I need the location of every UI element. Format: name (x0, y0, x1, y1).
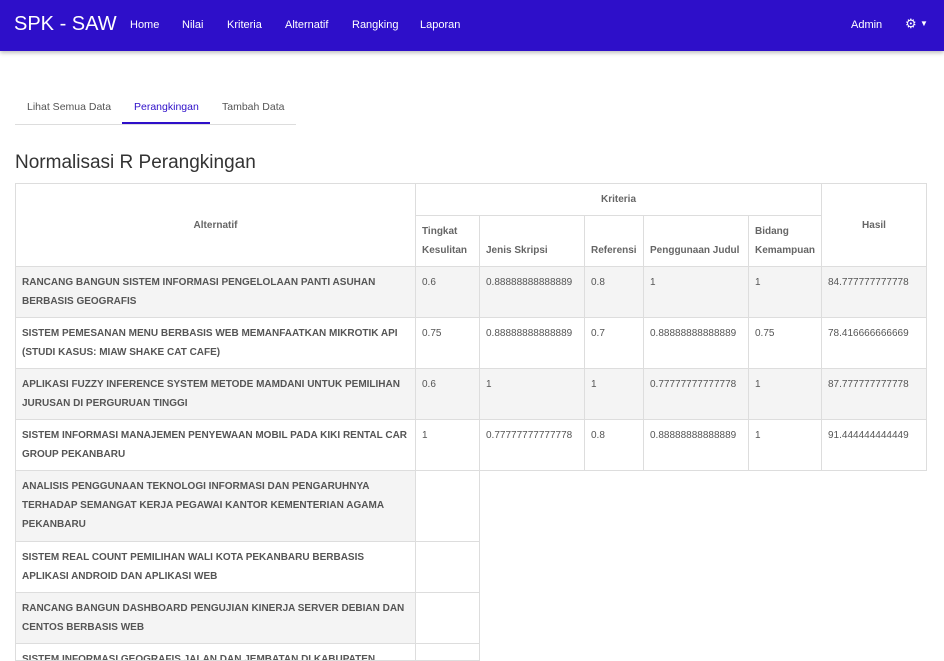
table-row-8-alternatif: SISTEM INFORMASI GEOGRAFIS JALAN DAN JEM… (15, 643, 416, 661)
header-alternatif: Alternatif (15, 183, 416, 267)
table-cell-hasil: 84.777777777778 (821, 266, 927, 318)
header-criteria-3: Referensi (584, 215, 644, 267)
nav-alternatif[interactable]: Alternatif (285, 19, 328, 31)
chevron-down-icon[interactable]: ▼ (920, 19, 928, 28)
nav-laporan[interactable]: Laporan (420, 19, 460, 31)
nav-rangking[interactable]: Rangking (352, 19, 398, 31)
table-row-3-alternatif: APLIKASI FUZZY INFERENCE SYSTEM METODE M… (15, 368, 416, 420)
tab-tambah-data[interactable]: Tambah Data (222, 101, 284, 113)
table-cell: 0.88888888888889 (479, 317, 585, 369)
nav-kriteria[interactable]: Kriteria (227, 19, 262, 31)
table-cell: 1 (748, 419, 822, 471)
tab-lihat-semua-data[interactable]: Lihat Semua Data (27, 101, 111, 113)
page-title: Normalisasi R Perangkingan (15, 152, 256, 173)
table-cell-hasil: 91.444444444449 (821, 419, 927, 471)
nav-nilai[interactable]: Nilai (182, 19, 203, 31)
table-cell: 0.8 (584, 266, 644, 318)
table-row-7-alternatif: RANCANG BANGUN DASHBOARD PENGUJIAN KINER… (15, 592, 416, 644)
table-cell (415, 643, 480, 661)
table-row-4-alternatif: SISTEM INFORMASI MANAJEMEN PENYEWAAN MOB… (15, 419, 416, 471)
table-cell: 0.88888888888889 (479, 266, 585, 318)
table-cell: 0.75 (748, 317, 822, 369)
table-cell (415, 541, 480, 593)
header-criteria-1: Tingkat Kesulitan (415, 215, 480, 267)
table-row-1-alternatif: RANCANG BANGUN SISTEM INFORMASI PENGELOL… (15, 266, 416, 318)
table-cell: 1 (479, 368, 585, 420)
table-row-5-alternatif: ANALISIS PENGGUNAAN TEKNOLOGI INFORMASI … (15, 470, 416, 542)
gear-icon[interactable]: ⚙ (905, 16, 917, 32)
header-criteria-2: Jenis Skripsi (479, 215, 585, 267)
table-cell: 0.6 (415, 266, 480, 318)
table-cell (415, 470, 480, 542)
active-tab-indicator (122, 122, 210, 124)
brand-logo[interactable]: SPK - SAW (14, 13, 117, 36)
table-row-6-alternatif: SISTEM REAL COUNT PEMILIHAN WALI KOTA PE… (15, 541, 416, 593)
nav-home[interactable]: Home (130, 19, 159, 31)
table-cell-hasil: 78.416666666669 (821, 317, 927, 369)
table-cell: 1 (748, 368, 822, 420)
tab-perangkingan[interactable]: Perangkingan (134, 101, 199, 113)
user-admin-link[interactable]: Admin (851, 19, 882, 31)
header-kriteria: Kriteria (415, 183, 822, 216)
table-cell: 0.88888888888889 (643, 419, 749, 471)
table-cell: 1 (584, 368, 644, 420)
table-cell: 0.8 (584, 419, 644, 471)
table-cell: 0.6 (415, 368, 480, 420)
table-cell: 0.88888888888889 (643, 317, 749, 369)
tab-bar: Lihat Semua Data Perangkingan Tambah Dat… (15, 92, 296, 125)
table-cell: 1 (643, 266, 749, 318)
header-criteria-5: Bidang Kemampuan (748, 215, 822, 267)
table-cell: 1 (748, 266, 822, 318)
header-criteria-4: Penggunaan Judul (643, 215, 749, 267)
table-cell (415, 592, 480, 644)
header-hasil: Hasil (821, 183, 927, 267)
table-cell: 0.7 (584, 317, 644, 369)
navbar: SPK - SAW Home Nilai Kriteria Alternatif… (0, 0, 944, 51)
table-cell-hasil: 87.777777777778 (821, 368, 927, 420)
table-row-2-alternatif: SISTEM PEMESANAN MENU BERBASIS WEB MEMAN… (15, 317, 416, 369)
table-cell: 0.77777777777778 (479, 419, 585, 471)
table-cell: 0.75 (415, 317, 480, 369)
table-cell: 0.77777777777778 (643, 368, 749, 420)
table-cell: 1 (415, 419, 480, 471)
